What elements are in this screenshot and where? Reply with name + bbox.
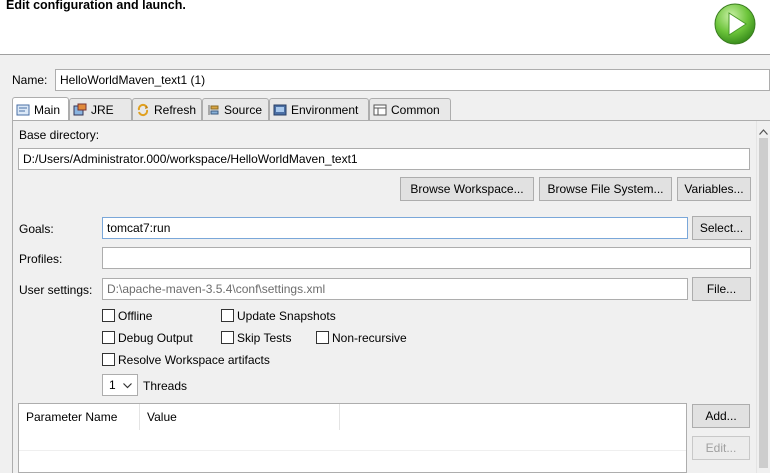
base-directory-label: Base directory:: [19, 128, 100, 142]
common-icon: [373, 103, 387, 117]
non-recursive-label: Non-recursive: [332, 331, 407, 345]
user-settings-label: User settings:: [19, 283, 93, 297]
threads-label: Threads: [143, 379, 188, 393]
user-settings-input[interactable]: D:\apache-maven-3.5.4\conf\settings.xml: [102, 278, 688, 300]
threads-value: 1: [109, 378, 116, 392]
resolve-workspace-label: Resolve Workspace artifacts: [118, 353, 270, 367]
profiles-label: Profiles:: [19, 252, 63, 266]
environment-icon: [273, 103, 287, 117]
profiles-input[interactable]: [102, 247, 751, 269]
browse-workspace-button[interactable]: Browse Workspace...: [400, 177, 534, 201]
name-label: Name:: [12, 73, 48, 87]
tab-main[interactable]: Main: [12, 97, 69, 121]
browse-file-system-button[interactable]: Browse File System...: [539, 177, 672, 201]
table-row-divider: [19, 450, 686, 451]
jre-icon: [73, 103, 87, 117]
column-header-parameter-name[interactable]: Parameter Name: [19, 404, 140, 430]
non-recursive-checkbox[interactable]: [316, 331, 329, 344]
scroll-up-arrow-icon[interactable]: [759, 124, 768, 138]
goals-input[interactable]: tomcat7:run: [102, 217, 688, 239]
goals-label: Goals:: [19, 222, 54, 236]
tab-jre-label: JRE: [91, 102, 114, 117]
tab-environment-label: Environment: [291, 102, 359, 117]
run-play-icon: [713, 2, 757, 46]
skip-tests-label: Skip Tests: [237, 331, 292, 345]
tab-refresh[interactable]: Refresh: [132, 98, 202, 120]
update-snapshots-label: Update Snapshots: [237, 309, 336, 323]
tab-source-label: Source: [224, 102, 263, 117]
chevron-down-icon: [123, 378, 132, 392]
select-goals-button[interactable]: Select...: [692, 216, 751, 240]
resolve-workspace-checkbox[interactable]: [102, 353, 115, 366]
offline-checkbox[interactable]: [102, 309, 115, 322]
threads-select[interactable]: 1: [102, 374, 138, 396]
update-snapshots-checkbox[interactable]: [221, 309, 234, 322]
skip-tests-checkbox[interactable]: [221, 331, 234, 344]
user-settings-file-button[interactable]: File...: [692, 277, 751, 301]
dialog-title: Edit configuration and launch.: [6, 0, 186, 12]
tab-common-label: Common: [391, 102, 440, 117]
add-parameter-button[interactable]: Add...: [692, 404, 750, 428]
tab-refresh-label: Refresh: [154, 102, 197, 117]
source-icon: [206, 103, 220, 117]
refresh-icon: [136, 103, 150, 117]
tab-main-label: Main: [34, 102, 61, 117]
variables-button[interactable]: Variables...: [677, 177, 751, 201]
base-directory-input[interactable]: D:/Users/Administrator.000/workspace/Hel…: [18, 148, 750, 170]
tab-environment[interactable]: Environment: [269, 98, 369, 120]
column-header-value[interactable]: Value: [140, 404, 340, 430]
tab-common[interactable]: Common: [369, 98, 451, 120]
main-tab-icon: [16, 103, 30, 117]
name-input[interactable]: HelloWorldMaven_text1 (1): [55, 69, 770, 91]
scrollbar-thumb[interactable]: [759, 138, 768, 468]
debug-output-checkbox[interactable]: [102, 331, 115, 344]
tab-jre[interactable]: JRE: [69, 98, 132, 120]
tab-source[interactable]: Source: [202, 98, 269, 120]
debug-output-label: Debug Output: [118, 331, 193, 345]
offline-label: Offline: [118, 309, 153, 323]
parameters-table[interactable]: Parameter Name Value: [18, 403, 687, 473]
edit-parameter-button[interactable]: Edit...: [692, 436, 750, 460]
